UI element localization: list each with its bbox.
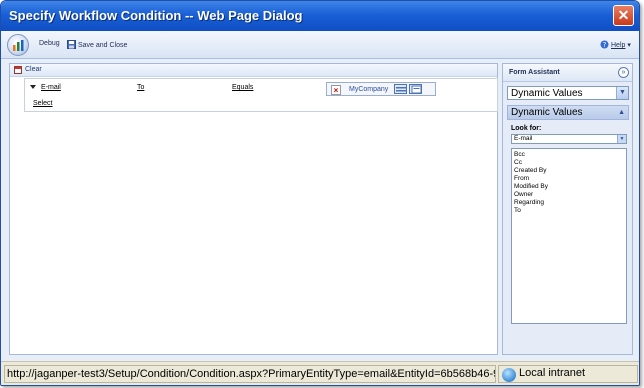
relation-link[interactable]: To	[137, 84, 144, 91]
list-item[interactable]: From	[514, 175, 529, 182]
operator-link[interactable]: Equals	[232, 84, 253, 91]
list-item[interactable]: Owner	[514, 191, 533, 198]
look-for-value: E-mail	[514, 135, 533, 142]
look-for-dropdown[interactable]: E-mail ▼	[511, 134, 627, 144]
save-and-close-label: Save and Close	[78, 42, 128, 49]
value-text: MyCompany	[349, 86, 389, 93]
form-assistant-header: Form Assistant »	[503, 64, 632, 82]
assistant-mode-value: Dynamic Values	[511, 88, 583, 99]
look-for-label: Look for:	[511, 125, 542, 132]
assistant-mode-dropdown[interactable]: Dynamic Values ▼	[507, 86, 629, 100]
chevron-down-icon[interactable]: ▼	[617, 135, 626, 143]
window-title: Specify Workflow Condition -- Web Page D…	[9, 8, 303, 23]
dynamic-values-title: Dynamic Values	[511, 107, 583, 118]
list-view-icon[interactable]	[394, 84, 407, 94]
clear-button[interactable]: Clear	[25, 66, 42, 73]
value-lookup-field[interactable]: × MyCompany	[326, 82, 436, 96]
form-assistant-panel: Form Assistant » Dynamic Values ▼ Dynami…	[502, 63, 633, 355]
collapse-panel-icon[interactable]: »	[618, 67, 629, 78]
condition-panel: Clear E-mail To Equals × MyCompany Selec…	[9, 63, 498, 355]
dialog-window: Specify Workflow Condition -- Web Page D…	[0, 0, 640, 386]
clear-icon[interactable]	[14, 66, 22, 74]
security-zone: Local intranet	[498, 365, 638, 383]
list-item[interactable]: Modified By	[514, 183, 548, 190]
toolbar: Debug Save and Close ? Help ▾	[1, 31, 639, 59]
list-item[interactable]: Cc	[514, 159, 522, 166]
help-label: Help	[611, 42, 626, 49]
form-assistant-title: Form Assistant	[509, 69, 560, 76]
app-logo-icon	[7, 34, 29, 56]
save-and-close-button[interactable]: Save and Close	[67, 40, 127, 49]
condition-row-box: E-mail To Equals × MyCompany Select	[24, 78, 498, 112]
remove-value-icon[interactable]: ×	[331, 85, 341, 95]
list-item[interactable]: Regarding	[514, 199, 544, 206]
chevron-down-icon: ▾	[627, 42, 631, 49]
list-item[interactable]: Bcc	[514, 151, 525, 158]
select-link[interactable]: Select	[33, 100, 52, 107]
help-menu[interactable]: ? Help ▾	[600, 40, 631, 49]
clear-bar: Clear	[10, 64, 497, 77]
chevron-down-icon[interactable]: ▼	[616, 87, 628, 99]
dynamic-values-section-header[interactable]: Dynamic Values ▲	[507, 105, 629, 120]
globe-icon	[502, 368, 516, 382]
debug-button[interactable]: Debug	[39, 40, 60, 47]
expand-triangle-icon[interactable]	[30, 85, 36, 89]
list-item[interactable]: To	[514, 207, 521, 214]
collapse-section-icon[interactable]: ▲	[618, 109, 625, 116]
condition-row: E-mail To Equals × MyCompany	[25, 82, 497, 96]
field-link[interactable]: E-mail	[41, 84, 61, 91]
help-icon: ?	[600, 40, 609, 49]
dynamic-values-list[interactable]: Bcc Cc Created By From Modified By Owner…	[511, 148, 627, 324]
list-item[interactable]: Created By	[514, 167, 547, 174]
lookup-icon[interactable]	[409, 84, 422, 94]
close-icon: ✕	[617, 7, 630, 23]
close-button[interactable]: ✕	[613, 5, 634, 26]
save-icon	[67, 40, 76, 49]
status-bar: http://jaganper-test3/Setup/Condition/Co…	[1, 361, 639, 385]
status-url: http://jaganper-test3/Setup/Condition/Co…	[4, 365, 496, 383]
debug-label: Debug	[39, 40, 60, 47]
zone-label: Local intranet	[519, 367, 586, 379]
svg-text:?: ?	[603, 41, 607, 49]
title-bar: Specify Workflow Condition -- Web Page D…	[1, 1, 639, 31]
